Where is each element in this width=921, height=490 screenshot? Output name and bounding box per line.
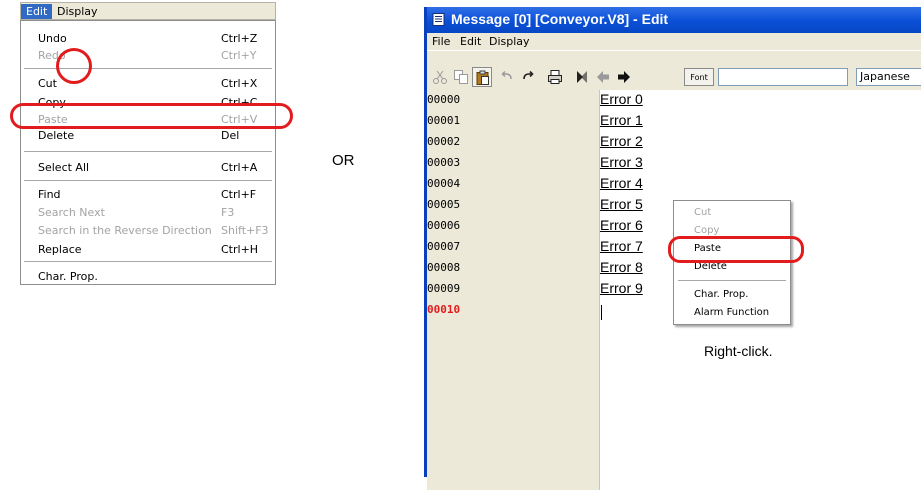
font-input[interactable]: [718, 68, 848, 86]
or-label: OR: [332, 152, 355, 169]
line-number-current: 00010: [427, 303, 461, 316]
arrow-right-icon: [618, 71, 630, 83]
menu-edit[interactable]: Edit: [460, 35, 481, 48]
menu-edit[interactable]: Edit: [21, 4, 53, 19]
paste-button[interactable]: [472, 67, 492, 87]
message-line[interactable]: Error 5: [600, 196, 643, 212]
window-menu-bar: File Edit Display: [427, 33, 921, 50]
menu-item-redo[interactable]: Redo Ctrl+Y: [21, 46, 275, 66]
message-line[interactable]: Error 8: [600, 259, 643, 275]
context-item-paste[interactable]: Paste: [694, 243, 721, 254]
clipboard-icon: [476, 70, 489, 85]
line-number-gutter: 00000 00001 00002 00003 00004 00005 0000…: [427, 90, 600, 490]
next-button[interactable]: [614, 67, 634, 87]
message-line[interactable]: Error 9: [600, 280, 643, 296]
message-line[interactable]: Error 0: [600, 91, 643, 107]
undo-button[interactable]: [497, 67, 517, 87]
replace-button[interactable]: [572, 67, 592, 87]
toolbar: Font Japanese: [427, 50, 921, 90]
line-number: 00008: [427, 261, 461, 274]
menu-item-replace[interactable]: Replace Ctrl+H: [21, 240, 275, 260]
previous-button[interactable]: [593, 67, 613, 87]
edit-dropdown: Undo Ctrl+Z Redo Ctrl+Y Cut Ctrl+X Copy …: [20, 20, 276, 285]
menu-item-delete[interactable]: Delete Del: [21, 126, 275, 146]
menu-display[interactable]: Display: [489, 35, 530, 48]
message-line[interactable]: Error 7: [600, 238, 643, 254]
menu-item-char-prop[interactable]: Char. Prop.: [21, 267, 275, 287]
context-menu: Cut Copy Paste Delete Char. Prop. Alarm …: [673, 200, 791, 325]
scissors-icon: [433, 70, 447, 84]
menu-separator: [24, 151, 272, 152]
menu-file[interactable]: File: [432, 35, 450, 48]
menu-item-search-next[interactable]: Search Next F3: [21, 203, 275, 223]
menu-item-select-all[interactable]: Select All Ctrl+A: [21, 158, 275, 178]
line-number: 00009: [427, 282, 461, 295]
context-item-copy[interactable]: Copy: [694, 225, 719, 236]
menu-item-find[interactable]: Find Ctrl+F: [21, 185, 275, 205]
line-number: 00000: [427, 93, 461, 106]
replace-arrows-icon: [577, 71, 587, 83]
printer-icon: [548, 70, 562, 84]
undo-icon: [501, 70, 512, 80]
line-number: 00003: [427, 156, 461, 169]
right-click-caption: Right-click.: [704, 343, 773, 359]
menu-separator: [24, 180, 272, 181]
text-caret: [601, 305, 602, 320]
line-number: 00005: [427, 198, 461, 211]
context-item-alarm-function[interactable]: Alarm Function: [694, 307, 769, 318]
document-icon: [432, 13, 445, 26]
context-separator: [678, 280, 786, 281]
print-button[interactable]: [545, 67, 565, 87]
title-bar: Message [0] [Conveyor.V8] - Edit: [427, 7, 921, 33]
menu-bar: Edit Display: [20, 2, 276, 20]
arrow-left-icon: [597, 71, 609, 83]
redo-button[interactable]: [518, 67, 538, 87]
line-number: 00001: [427, 114, 461, 127]
message-line[interactable]: Error 4: [600, 175, 643, 191]
context-item-char-prop[interactable]: Char. Prop.: [694, 289, 748, 300]
copy-icon: [454, 70, 468, 84]
menu-separator: [24, 261, 272, 262]
window-title: Message [0] [Conveyor.V8] - Edit: [451, 11, 669, 27]
language-select[interactable]: Japanese: [856, 68, 921, 86]
edit-menu-panel: Edit Display Undo Ctrl+Z Redo Ctrl+Y Cut…: [20, 2, 276, 285]
menu-display[interactable]: Display: [52, 4, 103, 19]
cut-button[interactable]: [430, 67, 450, 87]
line-number: 00006: [427, 219, 461, 232]
menu-separator: [24, 68, 272, 69]
line-number: 00002: [427, 135, 461, 148]
redo-icon: [523, 70, 534, 80]
line-number: 00007: [427, 240, 461, 253]
font-button[interactable]: Font: [684, 68, 714, 86]
menu-item-cut[interactable]: Cut Ctrl+X: [21, 74, 275, 94]
context-item-delete[interactable]: Delete: [694, 261, 727, 272]
message-line[interactable]: Error 3: [600, 154, 643, 170]
context-item-cut[interactable]: Cut: [694, 207, 711, 218]
message-line[interactable]: Error 1: [600, 112, 643, 128]
message-line[interactable]: Error 6: [600, 217, 643, 233]
line-number: 00004: [427, 177, 461, 190]
menu-item-search-reverse[interactable]: Search in the Reverse Direction Shift+F3: [21, 221, 275, 241]
copy-button[interactable]: [451, 67, 471, 87]
message-line[interactable]: Error 2: [600, 133, 643, 149]
